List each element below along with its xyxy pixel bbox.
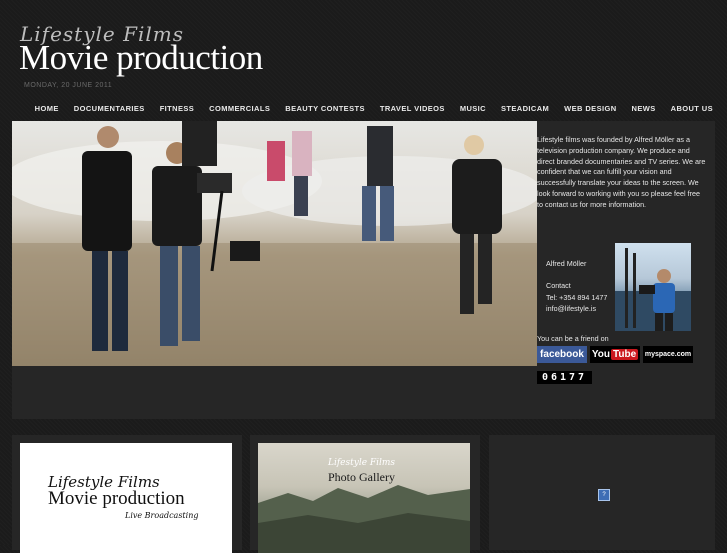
photo-gallery-banner[interactable]: Lifestyle Films Photo Gallery [258,443,470,553]
feature-section: Lifestyle films was founded by Alfred Mö… [12,121,715,419]
gallery-script: Lifestyle Films [328,458,396,468]
nav-documentaries[interactable]: DOCUMENTARIES [74,104,145,113]
nav-commercials[interactable]: COMMERCIALS [209,104,270,113]
plugin-placeholder-icon[interactable]: ? [598,489,610,501]
main-nav: HOME DOCUMENTARIES FITNESS COMMERCIALS B… [0,98,727,118]
contact-name: Alfred Möller [546,259,587,268]
nav-about-us[interactable]: ABOUT US [671,104,713,113]
myspace-button[interactable]: myspace.com [643,346,693,363]
nav-steadicam[interactable]: STEADICAM [501,104,549,113]
contact-label: Contact [546,281,571,291]
banner-title: Movie production [48,488,185,509]
facebook-button[interactable]: facebook [537,346,587,363]
youtube-you: You [591,349,610,360]
nav-travel-videos[interactable]: TRAVEL VIDEOS [380,104,445,113]
visitor-counter: 06177 [537,371,592,384]
about-intro: Lifestyle films was founded by Alfred Mö… [537,135,706,209]
site-title[interactable]: Movie production [19,38,263,78]
youtube-button[interactable]: You Tube [590,346,640,363]
embed-panel: ? [489,435,715,550]
nav-web-design[interactable]: WEB DESIGN [564,104,616,113]
social-prompt: You can be a friend on [537,334,609,343]
date-label: MONDAY, 20 JUNE 2011 [24,82,113,89]
banner-subtitle: Live Broadcasting [125,511,199,520]
contact-phone: Tel: +354 894 1477 [546,292,608,302]
photo-gallery-panel: Lifestyle Films Photo Gallery [250,435,480,553]
gallery-title: Photo Gallery [328,470,395,484]
youtube-tube: Tube [611,349,639,360]
featured-photo [12,121,537,366]
nav-fitness[interactable]: FITNESS [160,104,194,113]
founder-image [615,248,691,331]
contact-email[interactable]: info@lifestyle.is [546,303,607,314]
site-header: Lifestyle Films Movie production MONDAY,… [0,0,727,98]
contact-info: Alfred Möller Contact Tel: +354 894 1477… [546,258,607,314]
nav-home[interactable]: HOME [35,104,59,113]
founder-photo [615,243,691,331]
live-broadcasting-banner[interactable]: Lifestyle Films Movie production Live Br… [20,443,232,553]
nav-music[interactable]: MUSIC [460,104,486,113]
live-broadcasting-panel: Lifestyle Films Movie production Live Br… [12,435,242,553]
nav-news[interactable]: NEWS [632,104,656,113]
film-crew-photo [12,121,537,366]
nav-beauty-contests[interactable]: BEAUTY CONTESTS [285,104,365,113]
